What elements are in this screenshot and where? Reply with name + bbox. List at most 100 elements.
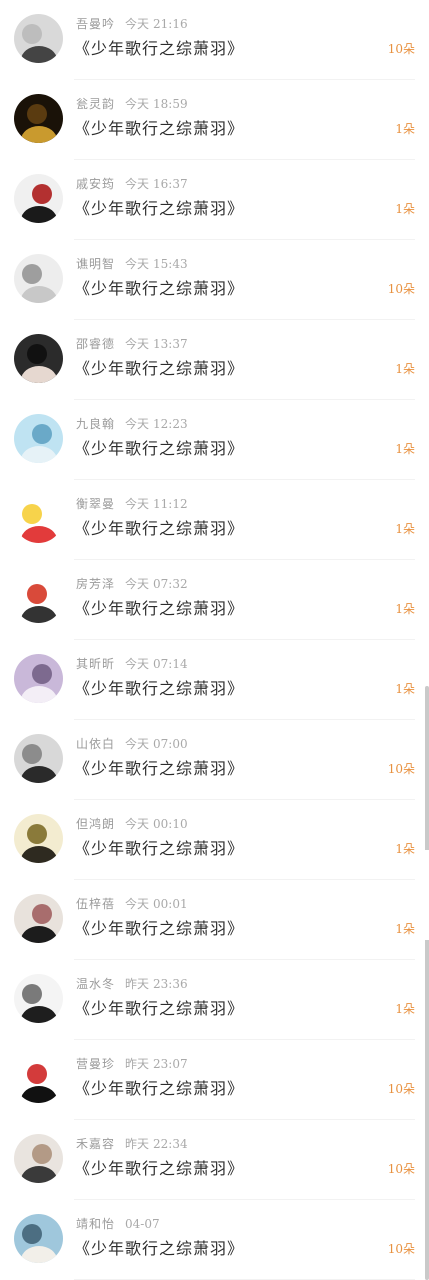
list-item-8[interactable]: 房芳泽 今天 07:32 《少年歌行之综萧羽》 1朵 — [0, 560, 429, 640]
avatar-beach-girl[interactable] — [14, 1214, 63, 1263]
user-name[interactable]: 但鸿朗 — [76, 817, 115, 831]
item-meta: 瓮灵韵 今天 18:59 — [76, 96, 188, 112]
day-label: 今天 — [125, 657, 150, 671]
user-name[interactable]: 戚安筠 — [76, 177, 115, 191]
day-label: 今天 — [125, 337, 150, 351]
book-title[interactable]: 《少年歌行之综萧羽》 — [74, 918, 244, 940]
time-label: 00:01 — [153, 897, 188, 911]
flower-count: 1朵 — [395, 362, 415, 376]
book-title[interactable]: 《少年歌行之综萧羽》 — [74, 278, 244, 300]
item-meta: 靖和怡 04-07 — [76, 1216, 160, 1232]
flower-count: 1朵 — [395, 522, 415, 536]
item-meta: 衡翠曼 今天 11:12 — [76, 496, 188, 512]
avatar-ring[interactable] — [14, 254, 63, 303]
scrollbar-gap — [425, 850, 429, 940]
day-label: 今天 — [125, 417, 150, 431]
book-title[interactable]: 《少年歌行之综萧羽》 — [74, 758, 244, 780]
user-name[interactable]: 九良翰 — [76, 417, 115, 431]
avatar-gray-portrait[interactable] — [14, 14, 63, 63]
time-label: 11:12 — [153, 497, 188, 511]
book-title[interactable]: 《少年歌行之综萧羽》 — [74, 838, 244, 860]
avatar-anime-sketch[interactable] — [14, 974, 63, 1023]
user-name[interactable]: 吾曼吟 — [76, 17, 115, 31]
list-item-12[interactable]: 伍梓蓓 今天 00:01 《少年歌行之综萧羽》 1朵 — [0, 880, 429, 960]
list-item-16[interactable]: 靖和怡 04-07 《少年歌行之综萧羽》 10朵 — [0, 1200, 429, 1280]
avatar-sea[interactable] — [14, 414, 63, 463]
book-title[interactable]: 《少年歌行之综萧羽》 — [74, 518, 244, 540]
flower-count: 10朵 — [387, 1082, 415, 1096]
user-name[interactable]: 谯明智 — [76, 257, 115, 271]
user-name[interactable]: 伍梓蓓 — [76, 897, 115, 911]
list-item-7[interactable]: 衡翠曼 今天 11:12 《少年歌行之综萧羽》 1朵 — [0, 480, 429, 560]
user-name[interactable]: 禾嘉容 — [76, 1137, 115, 1151]
book-title[interactable]: 《少年歌行之综萧羽》 — [74, 38, 244, 60]
user-name[interactable]: 山依白 — [76, 737, 115, 751]
avatar-girl-dark[interactable] — [14, 734, 63, 783]
user-name[interactable]: 衡翠曼 — [76, 497, 115, 511]
book-title[interactable]: 《少年歌行之综萧羽》 — [74, 598, 244, 620]
time-label: 15:43 — [153, 257, 188, 271]
item-meta: 戚安筠 今天 16:37 — [76, 176, 188, 192]
item-meta: 其昕昕 今天 07:14 — [76, 656, 188, 672]
avatar-couple[interactable] — [14, 1134, 63, 1183]
list-item-13[interactable]: 温水冬 昨天 23:36 《少年歌行之综萧羽》 1朵 — [0, 960, 429, 1040]
flower-count: 10朵 — [387, 762, 415, 776]
list-item-1[interactable]: 吾曼吟 今天 21:16 《少年歌行之综萧羽》 10朵 — [0, 0, 429, 80]
time-label: 04-07 — [125, 1217, 160, 1231]
scrollbar[interactable] — [425, 686, 429, 1280]
user-name[interactable]: 瓮灵韵 — [76, 97, 115, 111]
book-title[interactable]: 《少年歌行之综萧羽》 — [74, 998, 244, 1020]
book-title[interactable]: 《少年歌行之综萧羽》 — [74, 1078, 244, 1100]
avatar-leaf-wreath[interactable] — [14, 814, 63, 863]
item-meta: 伍梓蓓 今天 00:01 — [76, 896, 188, 912]
list-item-15[interactable]: 禾嘉容 昨天 22:34 《少年歌行之综萧羽》 10朵 — [0, 1120, 429, 1200]
book-title[interactable]: 《少年歌行之综萧羽》 — [74, 438, 244, 460]
flower-count: 10朵 — [387, 1242, 415, 1256]
avatar-snoopy[interactable] — [14, 1054, 63, 1103]
day-label: 昨天 — [125, 977, 150, 991]
book-title[interactable]: 《少年歌行之综萧羽》 — [74, 198, 244, 220]
item-meta: 营曼珍 昨天 23:07 — [76, 1056, 188, 1072]
time-label: 13:37 — [153, 337, 188, 351]
avatar-doll[interactable] — [14, 334, 63, 383]
time-label: 22:34 — [153, 1137, 188, 1151]
list-item-4[interactable]: 谯明智 今天 15:43 《少年歌行之综萧羽》 10朵 — [0, 240, 429, 320]
list-item-6[interactable]: 九良翰 今天 12:23 《少年歌行之综萧羽》 1朵 — [0, 400, 429, 480]
list-item-10[interactable]: 山依白 今天 07:00 《少年歌行之综萧羽》 10朵 — [0, 720, 429, 800]
day-label: 今天 — [125, 817, 150, 831]
avatar-dark-gold-mask[interactable] — [14, 94, 63, 143]
avatar-purple-figure[interactable] — [14, 654, 63, 703]
user-name[interactable]: 靖和怡 — [76, 1217, 115, 1231]
avatar-girl-hair[interactable] — [14, 894, 63, 943]
user-name[interactable]: 营曼珍 — [76, 1057, 115, 1071]
time-label: 07:14 — [153, 657, 188, 671]
list-item-9[interactable]: 其昕昕 今天 07:14 《少年歌行之综萧羽》 1朵 — [0, 640, 429, 720]
list-item-3[interactable]: 戚安筠 今天 16:37 《少年歌行之综萧羽》 1朵 — [0, 160, 429, 240]
item-meta: 邵睿德 今天 13:37 — [76, 336, 188, 352]
list-item-11[interactable]: 但鸿朗 今天 00:10 《少年歌行之综萧羽》 1朵 — [0, 800, 429, 880]
flower-count: 1朵 — [395, 122, 415, 136]
book-title[interactable]: 《少年歌行之综萧羽》 — [74, 678, 244, 700]
list-item-2[interactable]: 瓮灵韵 今天 18:59 《少年歌行之综萧羽》 1朵 — [0, 80, 429, 160]
day-label: 今天 — [125, 97, 150, 111]
time-label: 16:37 — [153, 177, 188, 191]
avatar-cartoon-head[interactable] — [14, 574, 63, 623]
day-label: 今天 — [125, 737, 150, 751]
book-title[interactable]: 《少年歌行之综萧羽》 — [74, 358, 244, 380]
flower-count: 1朵 — [395, 202, 415, 216]
list-item-5[interactable]: 邵睿德 今天 13:37 《少年歌行之综萧羽》 1朵 — [0, 320, 429, 400]
avatar-dark-portrait-red[interactable] — [14, 174, 63, 223]
list-item-14[interactable]: 营曼珍 昨天 23:07 《少年歌行之综萧羽》 10朵 — [0, 1040, 429, 1120]
user-name[interactable]: 邵睿德 — [76, 337, 115, 351]
item-meta: 禾嘉容 昨天 22:34 — [76, 1136, 188, 1152]
book-title[interactable]: 《少年歌行之综萧羽》 — [74, 1158, 244, 1180]
book-title[interactable]: 《少年歌行之综萧羽》 — [74, 1238, 244, 1260]
user-name[interactable]: 房芳泽 — [76, 577, 115, 591]
item-meta: 谯明智 今天 15:43 — [76, 256, 188, 272]
item-meta: 房芳泽 今天 07:32 — [76, 576, 188, 592]
avatar-cartoon-face[interactable] — [14, 494, 63, 543]
flower-count: 10朵 — [387, 1162, 415, 1176]
user-name[interactable]: 其昕昕 — [76, 657, 115, 671]
user-name[interactable]: 温水冬 — [76, 977, 115, 991]
book-title[interactable]: 《少年歌行之综萧羽》 — [74, 118, 244, 140]
